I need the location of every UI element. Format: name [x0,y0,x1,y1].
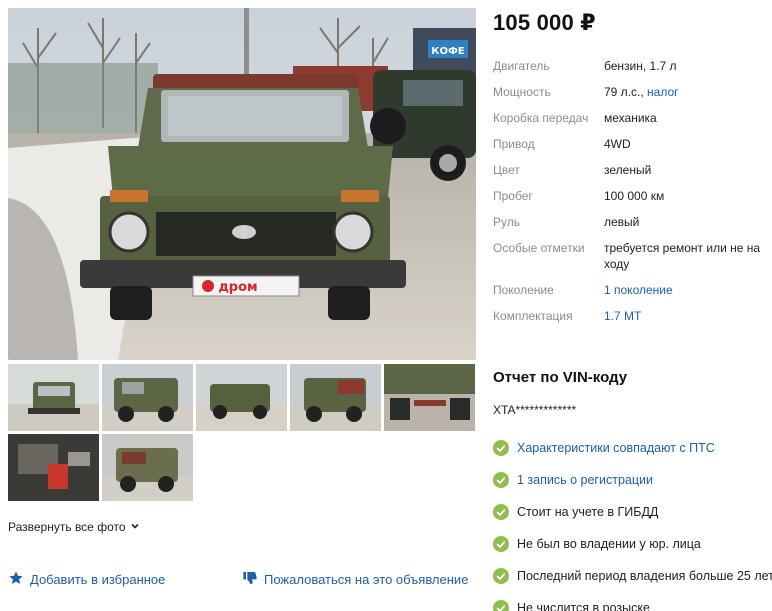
photo-gallery: КОФЕ дром Развернуть все фото Добавить в… [0,0,480,611]
spec-row-special-notes: Особые отметки требуется ремонт или не н… [493,240,772,272]
thumbnail-2[interactable] [102,364,193,431]
spec-value: зеленый [604,163,652,177]
power-value: 79 л.с., [604,85,644,99]
spec-key: Коробка передач [493,111,589,125]
spec-row-color: Цвет зеленый [493,162,772,178]
main-car-photo[interactable]: КОФЕ дром [8,8,476,360]
chevron-down-icon [130,520,140,534]
vin-check-text: Не числится в розыске [517,601,650,611]
spec-key: Особые отметки [493,241,585,255]
spec-value: левый [604,215,640,229]
listing-details: 105 000 ₽ Двигатель бензин, 1.7 л Мощнос… [493,0,772,611]
vin-check-text: 1 запись о регистрации [517,473,653,487]
spec-value: 1 поколение [604,282,772,298]
spec-row-generation: Поколение 1 поколение [493,282,772,298]
spec-value: 4WD [604,137,631,151]
vin-check-item: Не числится в розыске [493,592,772,611]
vin-check-item[interactable]: Характеристики совпадают с ПТС [493,432,772,464]
vin-report-title: Отчет по VIN-коду [493,369,628,386]
spec-value: механика [604,111,657,125]
check-circle-icon [493,472,509,488]
spec-key: Привод [493,137,535,151]
spec-row-steering: Руль левый [493,214,772,230]
vin-check-item[interactable]: 1 запись о регистрации [493,464,772,496]
check-circle-icon [493,504,509,520]
spec-row-power: Мощность 79 л.с., налог [493,84,772,100]
thumbnail-6[interactable] [8,434,99,501]
spec-key: Руль [493,215,520,229]
specs-table: Двигатель бензин, 1.7 л Мощность 79 л.с.… [493,58,772,324]
expand-all-photos-link[interactable]: Развернуть все фото [8,520,140,534]
complain-link[interactable]: Пожаловаться на это объявление [242,570,468,589]
thumbnail-3[interactable] [196,364,287,431]
thumbnail-7[interactable] [102,434,193,501]
check-circle-icon [493,568,509,584]
trim-link[interactable]: 1.7 MT [604,309,641,323]
price: 105 000 ₽ [493,10,596,35]
spec-row-transmission: Коробка передач механика [493,110,772,126]
spec-row-mileage: Пробег 100 000 км [493,188,772,204]
vin-check-text: Стоит на учете в ГИБДД [517,505,659,519]
spec-key: Пробег [493,189,533,203]
thumbnail-5[interactable] [384,364,475,431]
expand-photos-label: Развернуть все фото [8,520,126,534]
vin-check-text: Последний период владения больше 25 лет [517,569,772,583]
star-icon [8,570,24,589]
generation-link[interactable]: 1 поколение [604,283,673,297]
spec-key: Двигатель [493,59,550,73]
spec-value: 79 л.с., налог [604,84,772,100]
thumbnail-1[interactable] [8,364,99,431]
svg-text:КОФЕ: КОФЕ [431,46,465,57]
check-circle-icon [493,536,509,552]
check-circle-icon [493,600,509,611]
thumbnail-4[interactable] [290,364,381,431]
spec-row-drive: Привод 4WD [493,136,772,152]
thumbs-down-icon [242,570,258,589]
vin-check-item: Стоит на учете в ГИБДД [493,496,772,528]
spec-row-engine: Двигатель бензин, 1.7 л [493,58,772,74]
vin-check-item: Не был во владении у юр. лица [493,528,772,560]
add-to-favorites-label: Добавить в избранное [30,572,166,587]
vin-check-text: Характеристики совпадают с ПТС [517,441,715,455]
check-circle-icon [493,440,509,456]
spec-key: Комплектация [493,309,573,323]
spec-value: 1.7 MT [604,308,772,324]
spec-value: бензин, 1.7 л [604,59,677,73]
spec-key: Цвет [493,163,520,177]
add-to-favorites-link[interactable]: Добавить в избранное [8,570,165,589]
watermark-text: дром [218,280,257,295]
spec-key: Поколение [493,283,554,297]
vin-code: XTA************* [493,403,577,417]
vin-check-item: Последний период владения больше 25 лет [493,560,772,592]
spec-value: 100 000 км [604,189,665,203]
spec-value: требуется ремонт или не на ходу [604,241,761,271]
vin-checks-list: Характеристики совпадают с ПТС 1 запись … [493,432,772,611]
vin-check-text: Не был во владении у юр. лица [517,537,701,551]
tax-link[interactable]: налог [647,85,679,99]
spec-row-trim: Комплектация 1.7 MT [493,308,772,324]
complain-label: Пожаловаться на это объявление [264,572,469,587]
spec-key: Мощность [493,85,551,99]
